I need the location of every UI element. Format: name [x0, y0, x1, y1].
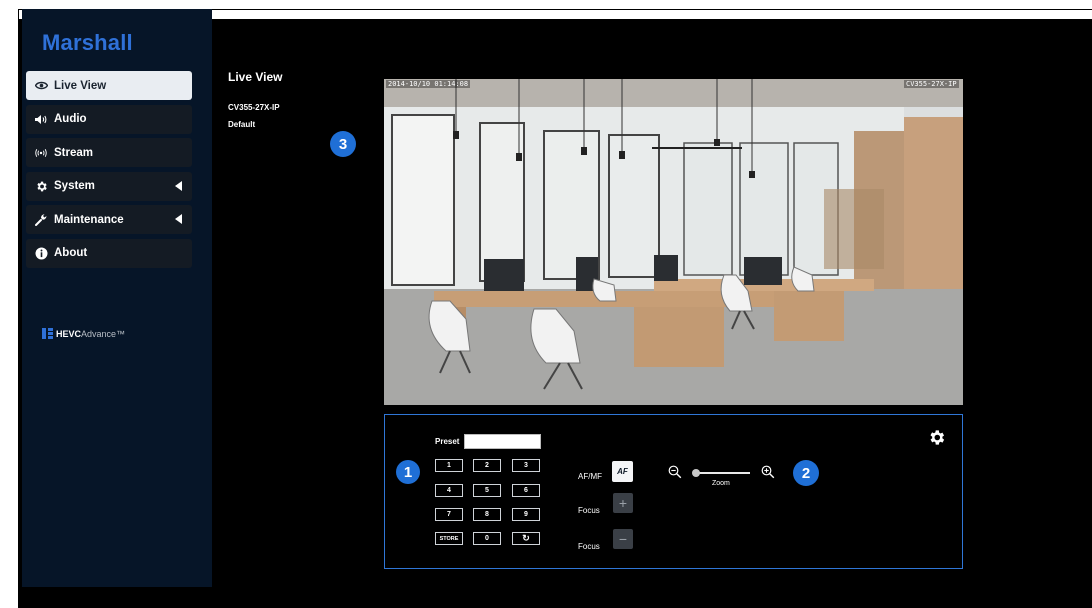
- video-camera-name: CV355-27X-IP: [904, 80, 959, 88]
- settings-gear-icon[interactable]: [927, 428, 946, 452]
- zoom-label: Zoom: [712, 480, 730, 487]
- sidebar-item-label: Maintenance: [54, 213, 124, 226]
- afmf-label: AF/MF: [578, 472, 602, 481]
- broadcast-icon: [34, 148, 48, 158]
- zoom-slider-track[interactable]: [696, 472, 750, 474]
- keypad-4-button[interactable]: 4: [435, 484, 463, 497]
- sidebar-nav: Live View Audio Stream System Maintenanc…: [26, 71, 192, 273]
- keypad-1-button[interactable]: 1: [435, 459, 463, 472]
- keypad-7-button[interactable]: 7: [435, 508, 463, 521]
- video-scene: [384, 79, 963, 405]
- hevc-suffix: Advance™: [81, 328, 126, 339]
- reset-preset-button[interactable]: ↻: [512, 532, 540, 545]
- keypad-2-button[interactable]: 2: [473, 459, 501, 472]
- sidebar-item-system[interactable]: System: [26, 171, 192, 201]
- sidebar-item-label: System: [54, 180, 95, 193]
- camera-model: CV355-27X-IP: [228, 103, 280, 112]
- profile-name: Default: [228, 120, 256, 129]
- expand-arrow-icon[interactable]: [175, 180, 182, 191]
- wrench-icon: [34, 213, 48, 227]
- sidebar-item-audio[interactable]: Audio: [26, 104, 192, 134]
- eye-icon: [34, 81, 48, 90]
- zoom-in-icon[interactable]: [761, 465, 775, 484]
- sidebar-item-live-view[interactable]: Live View: [26, 71, 192, 100]
- sidebar-item-maintenance[interactable]: Maintenance: [26, 205, 192, 235]
- keypad-3-button[interactable]: 3: [512, 459, 540, 472]
- sidebar-item-label: Live View: [54, 79, 107, 92]
- focus-far-label: Focus: [578, 542, 600, 551]
- sidebar-item-stream[interactable]: Stream: [26, 138, 192, 168]
- video-timestamp: 2014-10/10 01:14:08: [386, 80, 471, 88]
- preset-input[interactable]: [464, 434, 541, 449]
- gear-icon: [34, 180, 48, 193]
- focus-minus-button[interactable]: −: [613, 529, 633, 549]
- preset-label: Preset: [435, 437, 460, 446]
- keypad-5-button[interactable]: 5: [473, 484, 501, 497]
- zoom-slider-handle[interactable]: [692, 469, 700, 477]
- keypad-0-button[interactable]: 0: [473, 532, 501, 545]
- callout-badge-1: 1: [396, 460, 420, 484]
- callout-badge-3: 3: [330, 131, 356, 157]
- live-video-view[interactable]: [384, 79, 963, 405]
- expand-arrow-icon[interactable]: [175, 214, 182, 225]
- hevc-prefix: HEVC: [56, 328, 82, 339]
- info-icon: [34, 247, 48, 260]
- zoom-out-icon[interactable]: [668, 465, 682, 484]
- callout-badge-2: 2: [793, 460, 819, 486]
- hevc-advance-logo: HEVC Advance™: [42, 328, 125, 339]
- sidebar-item-label: Audio: [54, 113, 87, 126]
- focus-plus-button[interactable]: +: [613, 493, 633, 513]
- brand-logo: Marshall: [42, 30, 133, 55]
- sidebar-item-label: About: [54, 247, 88, 260]
- keypad-9-button[interactable]: 9: [512, 508, 540, 521]
- focus-near-label: Focus: [578, 506, 600, 515]
- speaker-icon: [34, 114, 48, 125]
- sidebar-item-about[interactable]: About: [26, 238, 192, 268]
- autofocus-button[interactable]: AF: [612, 461, 633, 482]
- sidebar-item-label: Stream: [54, 146, 93, 159]
- store-preset-button[interactable]: STORE: [435, 532, 463, 545]
- keypad-8-button[interactable]: 8: [473, 508, 501, 521]
- keypad-6-button[interactable]: 6: [512, 484, 540, 497]
- hevc-icon: [42, 328, 53, 339]
- page-title: Live View: [228, 70, 283, 84]
